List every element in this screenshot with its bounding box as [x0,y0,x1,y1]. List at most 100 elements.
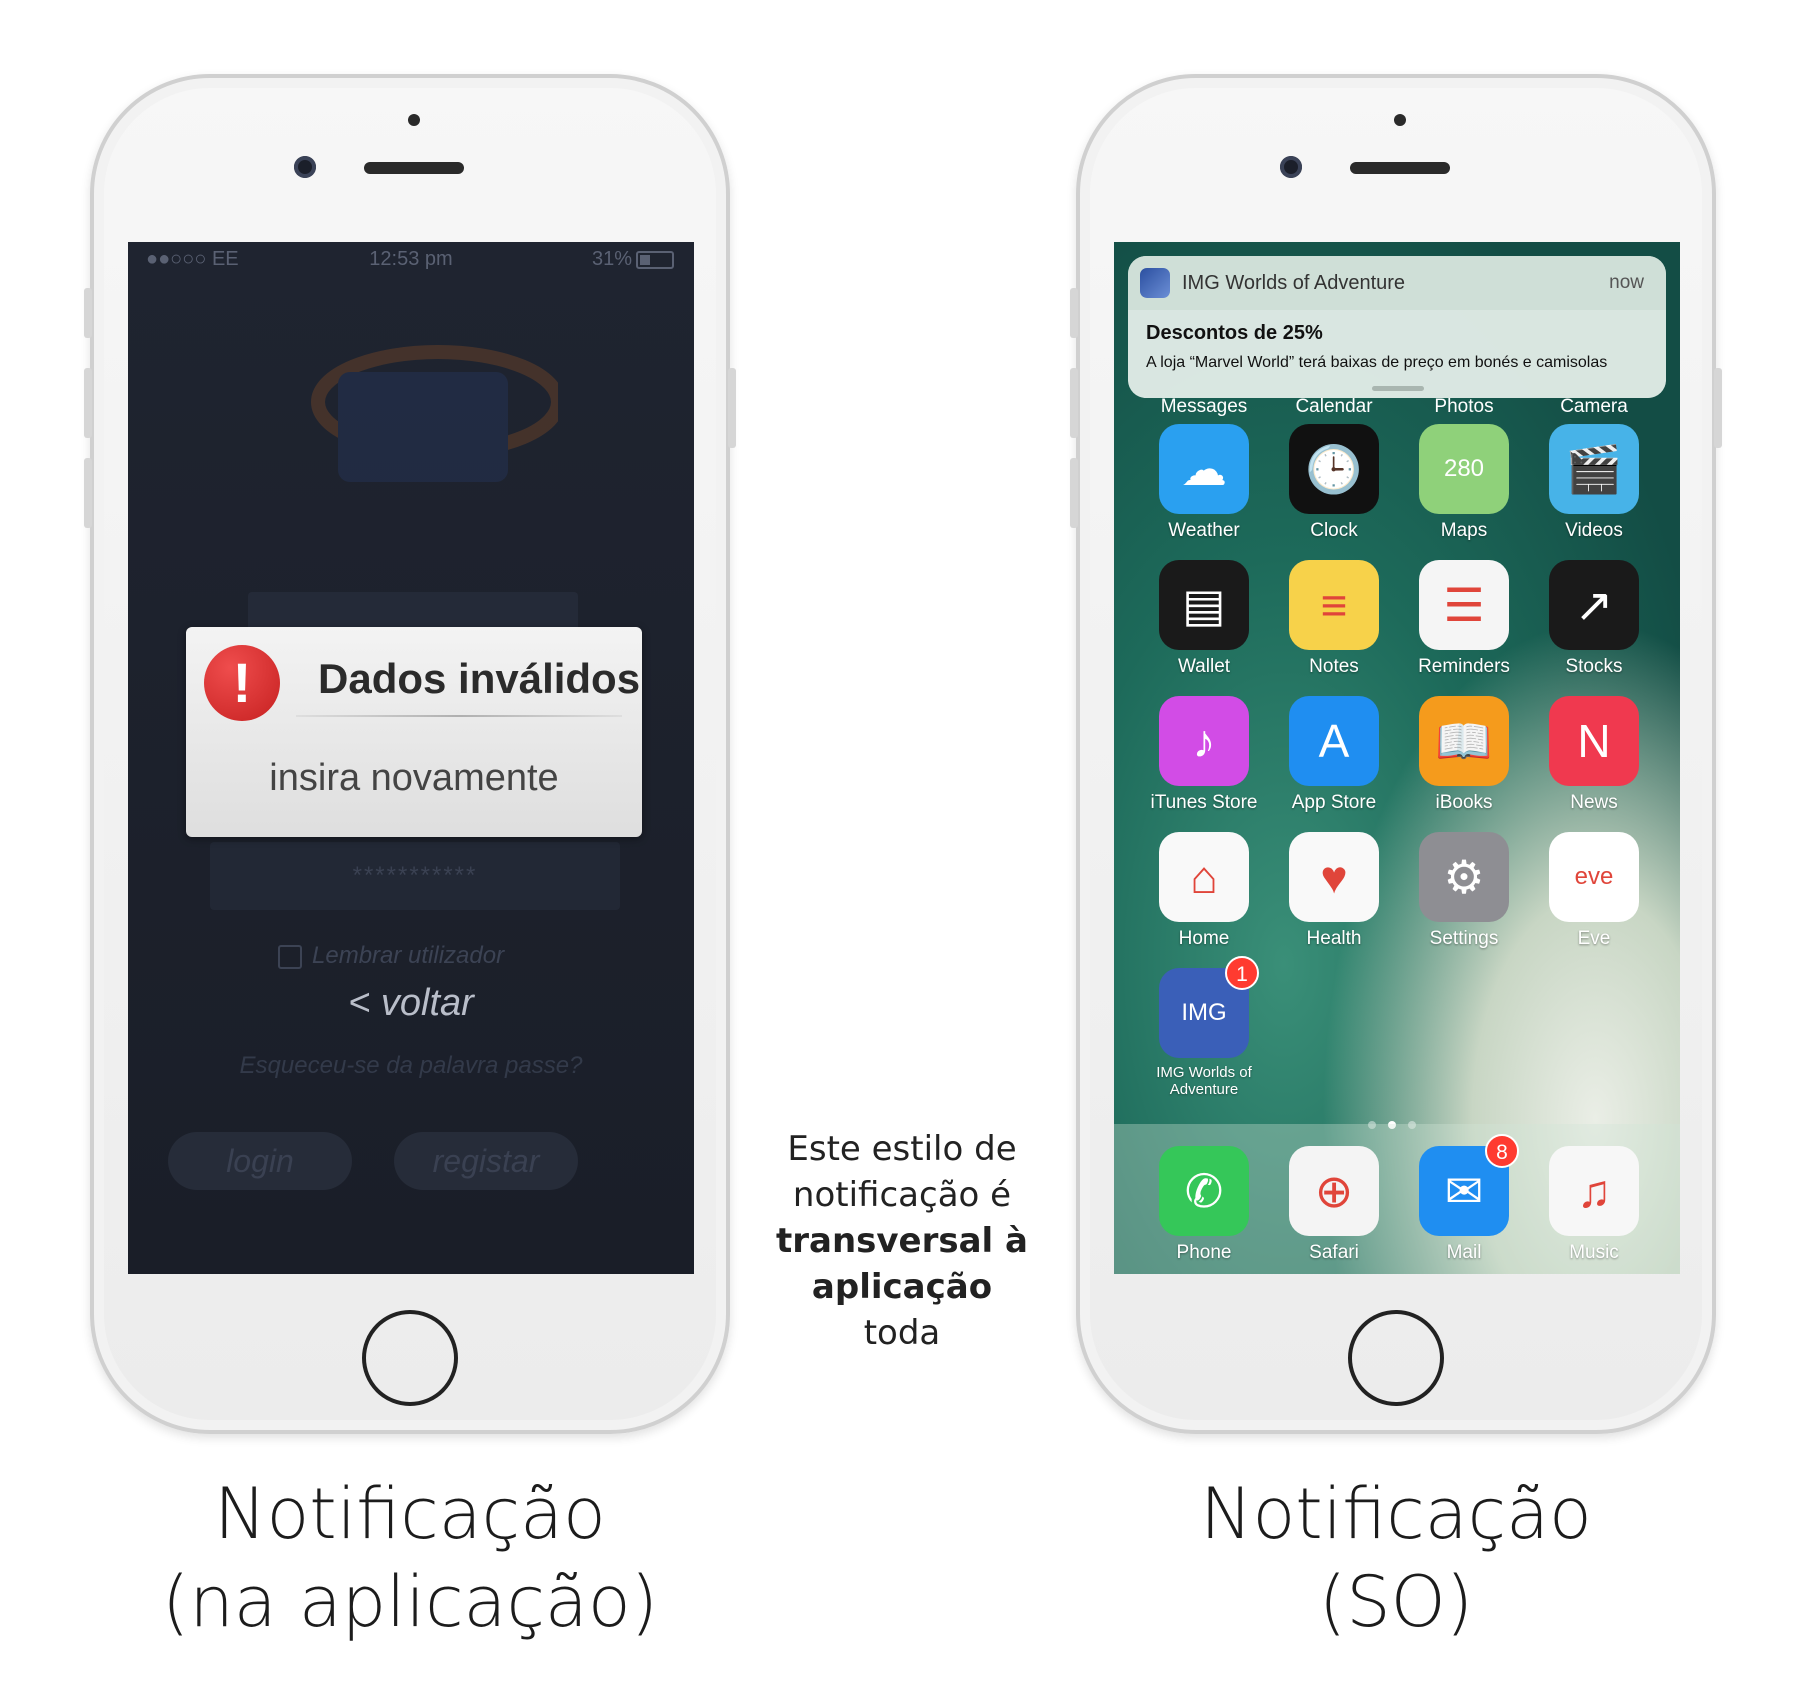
icon-glyph: ≡ [1320,579,1348,631]
safari-icon: ⊕ [1289,1146,1379,1236]
app-clock[interactable]: 🕒 Clock [1274,424,1394,542]
middle-note-bold: transversal à aplicação [775,1221,1028,1307]
push-notification[interactable]: IMG Worlds of Adventure now Descontos de… [1128,256,1666,398]
notification-grabber[interactable] [1372,386,1424,391]
app-mail[interactable]: ✉ 8 Mail [1404,1134,1524,1264]
app-label: Reminders [1418,656,1510,677]
health-icon: ♥ [1289,832,1379,922]
error-icon: ! [204,645,280,721]
app-label: Music [1569,1242,1619,1263]
app-eve[interactable]: eve Eve [1534,832,1654,950]
notification-app-name: IMG Worlds of Adventure [1182,272,1406,294]
app-label: Videos [1565,520,1623,541]
eve-icon: eve [1549,832,1639,922]
music-icon: ♫ [1549,1146,1639,1236]
back-link[interactable]: < voltar [128,982,694,1025]
left-caption-line2: (na aplicação) [162,1561,658,1643]
app-label: Safari [1309,1242,1359,1263]
icon-glyph: ⌂ [1190,851,1218,903]
dock: ✆ Phone ⊕ Safari ✉ 8 Mail ♫ Music [1114,1124,1680,1274]
app-music[interactable]: ♫ Music [1534,1146,1654,1264]
icon-glyph: ⊕ [1314,1165,1354,1217]
app-label: Camera [1560,396,1628,417]
app-label: Messages [1160,396,1248,417]
password-field[interactable]: *********** [210,842,620,910]
icon-glyph: N [1577,715,1611,767]
news-icon: N [1549,696,1639,786]
icon-glyph: ♥ [1320,851,1348,903]
app-stocks[interactable]: ↗ Stocks [1534,560,1654,678]
app-reminders[interactable]: ☰ Reminders [1404,560,1524,678]
home-button[interactable] [362,1310,458,1406]
volume-down-button [1070,458,1078,528]
right-caption-line1: Notificação [1200,1473,1592,1555]
mail-icon: ✉ 8 [1419,1134,1519,1236]
notification-time: now [1609,272,1644,293]
app-notes[interactable]: ≡ Notes [1274,560,1394,678]
home-icon: ⌂ [1159,832,1249,922]
app-label: Wallet [1177,656,1231,677]
iphone-left: ●●○○○ EE 12:53 pm 31% *********** Lembra… [84,74,736,1434]
reminders-icon: ☰ [1419,560,1509,650]
right-caption: Notificação (SO) [1076,1470,1716,1646]
notification-body: A loja “Marvel World” terá baixas de pre… [1146,354,1608,371]
middle-note: Este estilo de notificação é transversal… [770,1126,1034,1356]
app-weather[interactable]: ☁ Weather [1144,424,1264,542]
app-label: iBooks [1435,792,1493,813]
app-label: Photos [1434,396,1494,417]
mute-switch [1070,288,1078,338]
app-label: Notes [1309,656,1359,677]
icon-glyph: ♪ [1192,715,1216,767]
invalid-data-alert: ! Dados inválidos insira novamente [186,627,642,837]
app-screen: ●●○○○ EE 12:53 pm 31% *********** Lembra… [128,242,694,1274]
app-label: Settings [1429,928,1499,949]
app-news[interactable]: N News [1534,696,1654,814]
app-label: Weather [1168,520,1240,541]
volume-up-button [84,368,92,438]
icon-glyph: 📖 [1435,714,1493,767]
app-wallet[interactable]: ▤ Wallet [1144,560,1264,678]
icon-glyph: eve [1574,863,1614,890]
icon-glyph: ↗ [1574,579,1614,631]
app-label: Home [1178,928,1230,949]
icon-glyph: ♫ [1576,1165,1612,1217]
app-label: Phone [1176,1242,1232,1263]
front-camera-icon [294,156,316,178]
volume-down-button [84,458,92,528]
home-screen: Messages Calendar Photos Camera ☁ Weather… [1114,242,1680,1274]
sensor-dot [1394,114,1406,126]
app-label: Calendar [1295,396,1373,417]
icon-glyph: ⚙ [1443,851,1485,903]
forgot-password-link[interactable]: Esqueceu-se da palavra passe? [128,1052,694,1080]
alert-title: Dados inválidos [318,655,641,702]
notification-title: Descontos de 25% [1146,322,1323,344]
notification-badge: 8 [1485,1134,1519,1168]
app-ibooks[interactable]: 📖 iBooks [1404,696,1524,814]
register-button[interactable]: registar [394,1132,578,1190]
login-button[interactable]: login [168,1132,352,1190]
app-phone[interactable]: ✆ Phone [1144,1146,1264,1264]
notification-badge: 1 [1225,956,1259,990]
icon-glyph: IMG [1181,999,1227,1026]
status-bar: ●●○○○ EE 12:53 pm 31% [128,242,694,276]
alert-divider [296,715,622,717]
app-img-worlds-of-adventure[interactable]: IMG 1 IMG Worlds of Adventure [1144,956,1264,1098]
iphone-right: Messages Calendar Photos Camera ☁ Weather… [1070,74,1722,1434]
app-maps[interactable]: 280 Maps [1404,424,1524,542]
app-safari[interactable]: ⊕ Safari [1274,1146,1394,1264]
home-button[interactable] [1348,1310,1444,1406]
icon-glyph: A [1318,715,1350,767]
app-health[interactable]: ♥ Health [1274,832,1394,950]
settings-icon: ⚙ [1419,832,1509,922]
app-app-store[interactable]: A App Store [1274,696,1394,814]
icon-glyph: ☁ [1181,443,1227,495]
app-home[interactable]: ⌂ Home [1144,832,1264,950]
icon-glyph: 280 [1443,455,1485,482]
battery-status: 31% [592,248,674,271]
img-worlds-app-icon [1140,268,1170,298]
remember-user-checkbox[interactable]: Lembrar utilizador [278,942,504,970]
app-settings[interactable]: ⚙ Settings [1404,832,1524,950]
app-label: News [1570,792,1618,813]
app-itunes-store[interactable]: ♪ iTunes Store [1144,696,1264,814]
app-videos[interactable]: 🎬 Videos [1534,424,1654,542]
